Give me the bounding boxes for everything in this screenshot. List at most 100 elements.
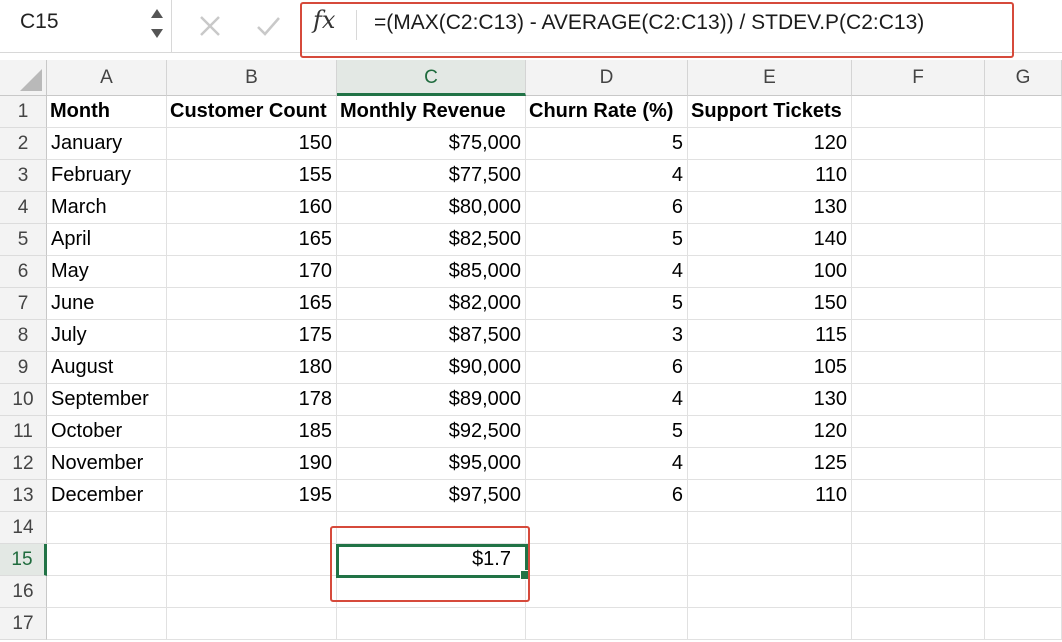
cell-b12[interactable]: 190 <box>167 448 337 480</box>
cell-e12[interactable]: 125 <box>688 448 852 480</box>
cell-f3[interactable] <box>852 160 985 192</box>
cell-b15[interactable] <box>167 544 337 576</box>
cell-d3[interactable]: 4 <box>526 160 688 192</box>
cell-a7[interactable]: June <box>47 288 167 320</box>
cell-f1[interactable] <box>852 96 985 128</box>
cell-g4[interactable] <box>985 192 1062 224</box>
cell-c3[interactable]: $77,500 <box>337 160 526 192</box>
cell-e8[interactable]: 115 <box>688 320 852 352</box>
cell-g6[interactable] <box>985 256 1062 288</box>
cell-a5[interactable]: April <box>47 224 167 256</box>
cell-c13[interactable]: $97,500 <box>337 480 526 512</box>
cell-b3[interactable]: 155 <box>167 160 337 192</box>
cell-e11[interactable]: 120 <box>688 416 852 448</box>
cell-f15[interactable] <box>852 544 985 576</box>
cell-d13[interactable]: 6 <box>526 480 688 512</box>
cell-f4[interactable] <box>852 192 985 224</box>
cell-f14[interactable] <box>852 512 985 544</box>
cell-b7[interactable]: 165 <box>167 288 337 320</box>
cell-a10[interactable]: September <box>47 384 167 416</box>
cell-c11[interactable]: $92,500 <box>337 416 526 448</box>
checkmark-icon[interactable] <box>254 12 282 40</box>
cell-a9[interactable]: August <box>47 352 167 384</box>
cell-e2[interactable]: 120 <box>688 128 852 160</box>
cell-e17[interactable] <box>688 608 852 640</box>
cell-b5[interactable]: 165 <box>167 224 337 256</box>
cell-f6[interactable] <box>852 256 985 288</box>
cell-d8[interactable]: 3 <box>526 320 688 352</box>
cell-b1[interactable]: Customer Count <box>167 96 337 128</box>
cell-b10[interactable]: 178 <box>167 384 337 416</box>
cell-a14[interactable] <box>47 512 167 544</box>
cell-a2[interactable]: January <box>47 128 167 160</box>
cell-d1[interactable]: Churn Rate (%) <box>526 96 688 128</box>
cell-g13[interactable] <box>985 480 1062 512</box>
cell-g15[interactable] <box>985 544 1062 576</box>
cell-f12[interactable] <box>852 448 985 480</box>
cell-e9[interactable]: 105 <box>688 352 852 384</box>
row-header-1[interactable]: 1 <box>0 96 47 128</box>
cell-f17[interactable] <box>852 608 985 640</box>
cell-c1[interactable]: Monthly Revenue <box>337 96 526 128</box>
cell-a13[interactable]: December <box>47 480 167 512</box>
cell-c9[interactable]: $90,000 <box>337 352 526 384</box>
cell-f10[interactable] <box>852 384 985 416</box>
cell-c5[interactable]: $82,500 <box>337 224 526 256</box>
cell-b14[interactable] <box>167 512 337 544</box>
cell-b16[interactable] <box>167 576 337 608</box>
name-box-stepper[interactable] <box>148 5 166 45</box>
cell-b11[interactable]: 185 <box>167 416 337 448</box>
cell-d17[interactable] <box>526 608 688 640</box>
cell-g1[interactable] <box>985 96 1062 128</box>
cell-f5[interactable] <box>852 224 985 256</box>
row-header-6[interactable]: 6 <box>0 256 47 288</box>
cell-f9[interactable] <box>852 352 985 384</box>
cell-b6[interactable]: 170 <box>167 256 337 288</box>
cell-c12[interactable]: $95,000 <box>337 448 526 480</box>
cell-b2[interactable]: 150 <box>167 128 337 160</box>
cell-d15[interactable] <box>526 544 688 576</box>
column-header-e[interactable]: E <box>688 60 852 96</box>
row-header-17[interactable]: 17 <box>0 608 47 640</box>
cell-c10[interactable]: $89,000 <box>337 384 526 416</box>
row-header-4[interactable]: 4 <box>0 192 47 224</box>
cell-e5[interactable]: 140 <box>688 224 852 256</box>
cell-e1[interactable]: Support Tickets <box>688 96 852 128</box>
row-header-3[interactable]: 3 <box>0 160 47 192</box>
cell-f11[interactable] <box>852 416 985 448</box>
cell-a12[interactable]: November <box>47 448 167 480</box>
row-header-10[interactable]: 10 <box>0 384 47 416</box>
cell-d11[interactable]: 5 <box>526 416 688 448</box>
cell-d16[interactable] <box>526 576 688 608</box>
cell-c4[interactable]: $80,000 <box>337 192 526 224</box>
name-box[interactable]: C15 <box>0 0 172 52</box>
cell-a16[interactable] <box>47 576 167 608</box>
cell-a3[interactable]: February <box>47 160 167 192</box>
cell-b9[interactable]: 180 <box>167 352 337 384</box>
cell-g5[interactable] <box>985 224 1062 256</box>
cell-f13[interactable] <box>852 480 985 512</box>
cell-d4[interactable]: 6 <box>526 192 688 224</box>
column-header-b[interactable]: B <box>167 60 337 96</box>
column-header-c[interactable]: C <box>337 60 526 96</box>
cell-b17[interactable] <box>167 608 337 640</box>
cell-e13[interactable]: 110 <box>688 480 852 512</box>
cell-c7[interactable]: $82,000 <box>337 288 526 320</box>
cell-a6[interactable]: May <box>47 256 167 288</box>
cell-e10[interactable]: 130 <box>688 384 852 416</box>
cell-g3[interactable] <box>985 160 1062 192</box>
select-all-corner[interactable] <box>0 60 47 96</box>
cell-g17[interactable] <box>985 608 1062 640</box>
select-all-icon[interactable] <box>20 69 42 91</box>
row-header-11[interactable]: 11 <box>0 416 47 448</box>
row-header-15[interactable]: 15 <box>0 544 47 576</box>
cell-d12[interactable]: 4 <box>526 448 688 480</box>
chevron-down-icon[interactable] <box>151 29 163 38</box>
cancel-icon[interactable] <box>196 12 224 40</box>
row-header-13[interactable]: 13 <box>0 480 47 512</box>
cell-d2[interactable]: 5 <box>526 128 688 160</box>
column-header-a[interactable]: A <box>47 60 167 96</box>
cell-d7[interactable]: 5 <box>526 288 688 320</box>
cell-f16[interactable] <box>852 576 985 608</box>
cell-a15[interactable] <box>47 544 167 576</box>
